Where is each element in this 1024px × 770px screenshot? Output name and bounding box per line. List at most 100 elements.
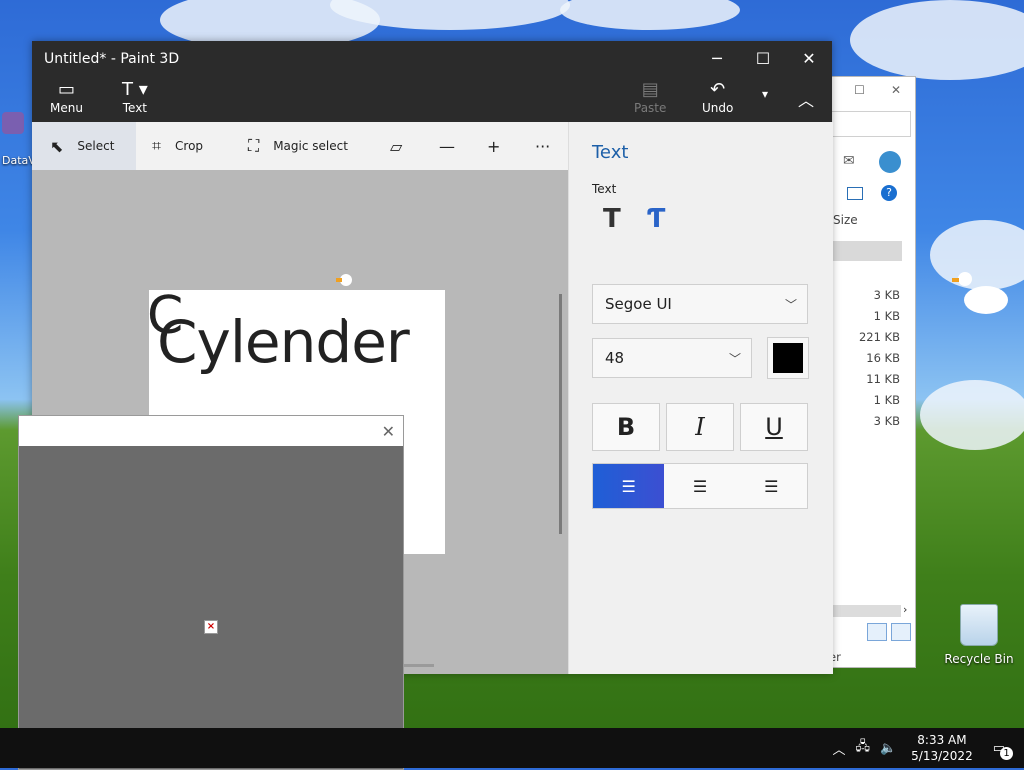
folder-icon: ▭	[57, 79, 75, 100]
window-title: Untitled* - Paint 3D	[44, 51, 180, 67]
undo-button[interactable]: ↶ Undo	[702, 79, 733, 115]
align-right-icon: ☰	[764, 476, 779, 496]
desktop-icon-data[interactable]: DataV	[2, 112, 36, 167]
magic-select-icon: ⛶	[248, 136, 260, 155]
alignment-group: ☰ ☰ ☰	[592, 463, 808, 509]
globe-icon[interactable]	[879, 151, 901, 173]
ellipsis-icon: ···	[535, 136, 551, 156]
mail-icon[interactable]: ✉	[843, 153, 855, 169]
file-explorer-window[interactable]: ☐ ✕ ✉ ? Size 3 KB 1 KB 221 KB 16 KB 11 K…	[828, 76, 916, 668]
cursor-icon: ⬉	[50, 136, 64, 156]
align-center-button[interactable]: ☰	[664, 464, 735, 508]
minimize-button[interactable]: ─	[694, 41, 740, 75]
size-cell: 3 KB	[873, 414, 900, 428]
close-button[interactable]: ✕	[786, 41, 832, 75]
3d-text-button[interactable]: Ƭ	[647, 204, 665, 234]
zoom-in-button[interactable]: +	[487, 122, 500, 170]
text-tool-icon: T ▾	[122, 79, 148, 100]
magic-select-button[interactable]: ⛶ Magic select	[248, 122, 348, 170]
size-cell: 1 KB	[873, 309, 900, 323]
font-value: Segoe UI	[605, 295, 672, 313]
maximize-icon[interactable]: ☐	[854, 83, 865, 97]
broken-image-icon: ×	[204, 620, 218, 634]
chevron-up-icon: ︿	[798, 91, 815, 110]
clock-time: 8:33 AM	[917, 733, 967, 747]
chevron-up-icon[interactable]: ︿	[832, 739, 845, 758]
clock[interactable]: 8:33 AM 5/13/2022	[911, 732, 973, 764]
2d-text-icon: T	[603, 204, 621, 234]
scroll-right-icon[interactable]: ›	[903, 603, 907, 616]
color-fill	[773, 343, 803, 373]
taskbar: ︿ 🖧 🔈 8:33 AM 5/13/2022 ▭ 1	[0, 728, 1024, 768]
crop-tool-button[interactable]: ⌗ Crop	[152, 122, 203, 170]
close-icon[interactable]: ✕	[382, 422, 395, 441]
crop-icon: ⌗	[152, 136, 162, 155]
tiles-view-icon[interactable]	[891, 623, 911, 641]
more-options-button[interactable]: ···	[535, 122, 550, 170]
goose-sprite	[333, 272, 382, 335]
horizontal-scrollbar[interactable]	[829, 605, 901, 617]
title-bar[interactable]: Untitled* - Paint 3D ─ ☐ ✕ ▭ Menu T ▾ Te…	[32, 41, 832, 122]
close-icon[interactable]: ✕	[891, 83, 901, 97]
size-cell: 221 KB	[858, 330, 900, 344]
notification-count: 1	[1000, 746, 1013, 760]
text-menu-label: Text	[122, 101, 148, 115]
system-tray: ︿ 🖧 🔈 8:33 AM 5/13/2022 ▭ 1	[827, 728, 1024, 768]
undo-label: Undo	[702, 101, 734, 115]
magic-select-label: Magic select	[273, 139, 348, 153]
desktop-icon-recycle-bin[interactable]: Recycle Bin	[944, 604, 1014, 666]
desktop-icon-data-label: DataV	[2, 154, 36, 167]
menu-button[interactable]: ▭ Menu	[50, 79, 83, 115]
crop-label: Crop	[175, 139, 204, 153]
history-dropdown-button[interactable]: ▾	[762, 87, 768, 101]
font-size-value: 48	[605, 349, 625, 367]
paste-label: Paste	[634, 101, 667, 115]
chevron-down-icon: ﹀	[784, 297, 797, 312]
align-center-icon: ☰	[692, 476, 708, 496]
volume-icon[interactable]: 🔈	[880, 741, 896, 756]
size-column-header[interactable]: Size	[833, 213, 858, 227]
zoom-out-button[interactable]: —	[439, 122, 455, 170]
underline-button[interactable]: U	[740, 403, 808, 451]
collapse-ribbon-button[interactable]: ︿	[798, 87, 814, 111]
popup-title-bar[interactable]: ✕	[19, 416, 403, 446]
bold-button[interactable]: B	[592, 403, 660, 451]
notification-button[interactable]: ▭ 1	[988, 741, 1013, 760]
text-color-swatch[interactable]	[767, 337, 809, 379]
address-bar[interactable]	[829, 111, 911, 137]
network-icon[interactable]: 🖧	[855, 737, 870, 759]
plus-icon: +	[487, 136, 501, 156]
2d-text-button[interactable]: T	[603, 204, 621, 234]
size-cell: 11 KB	[866, 372, 900, 386]
vertical-scrollbar[interactable]	[559, 294, 562, 534]
align-right-button[interactable]: ☰	[736, 464, 807, 508]
maximize-button[interactable]: ☐	[740, 41, 786, 75]
data-icon	[2, 112, 24, 134]
pane-icon[interactable]	[847, 187, 863, 200]
tool-toolbar: ⬉ Select ⌗ Crop ⛶ Magic select ⏥ — + ···	[32, 122, 568, 170]
goose-sprite-desktop	[952, 272, 1016, 328]
align-left-icon: ☰	[621, 476, 636, 496]
view-3d-button[interactable]: ⏥	[390, 122, 402, 170]
text-menu-button[interactable]: T ▾ Text	[122, 79, 148, 115]
view-buttons[interactable]	[867, 623, 911, 641]
blank-popup-window[interactable]: ✕ ×	[18, 415, 404, 770]
select-tool-button[interactable]: ⬉ Select	[32, 122, 136, 170]
details-view-icon[interactable]	[867, 623, 887, 641]
chevron-down-icon: ▾	[762, 87, 769, 101]
font-size-dropdown[interactable]: 48 ﹀	[592, 338, 752, 378]
paste-button[interactable]: ▤ Paste	[634, 79, 666, 115]
size-cell: 16 KB	[866, 351, 900, 365]
italic-button[interactable]: I	[666, 403, 734, 451]
size-list: 3 KB 1 KB 221 KB 16 KB 11 KB 1 KB 3 KB	[859, 285, 900, 432]
recycle-bin-icon	[960, 604, 998, 646]
selected-row[interactable]	[829, 241, 902, 261]
help-icon[interactable]: ?	[881, 185, 897, 201]
undo-icon: ↶	[710, 79, 726, 100]
text-section-label: Text	[592, 182, 617, 196]
panel-title: Text	[592, 142, 629, 163]
chevron-down-icon: ﹀	[728, 351, 741, 366]
align-left-button[interactable]: ☰	[593, 464, 665, 508]
font-dropdown[interactable]: Segoe UI ﹀	[592, 284, 808, 324]
size-cell: 1 KB	[873, 393, 900, 407]
